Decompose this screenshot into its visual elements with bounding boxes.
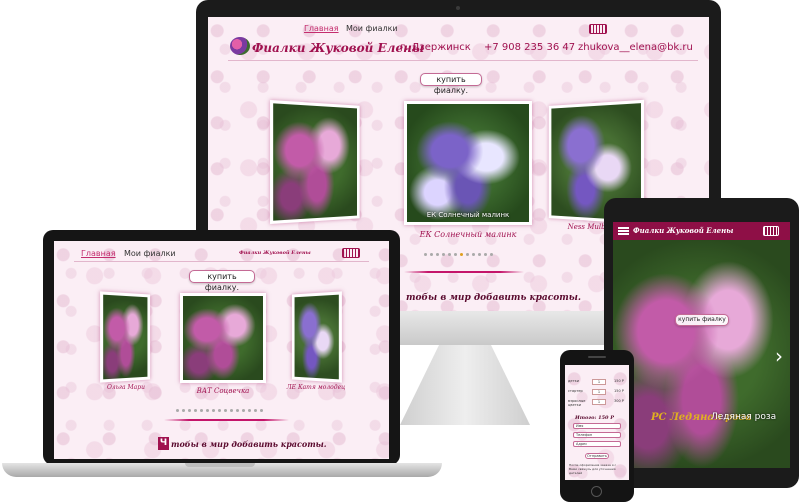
order-row: детки 1 150 Р: [568, 379, 626, 385]
row-price: 150 Р: [614, 379, 624, 383]
dot[interactable]: [229, 409, 233, 412]
row-label: детки: [568, 379, 580, 383]
brand-title[interactable]: Фиалки Жуковой Елены: [239, 250, 311, 256]
dot[interactable]: [217, 409, 221, 412]
laptop: Главная Мои фиалки Фиалки Жуковой Елены …: [43, 230, 400, 465]
order-row: взрослые цветки 1 300 Р: [568, 399, 626, 409]
dot-active[interactable]: [459, 253, 463, 256]
row-price: 300 Р: [614, 399, 624, 403]
slide-center[interactable]: [180, 293, 266, 383]
dot[interactable]: [199, 409, 203, 412]
slide-left[interactable]: [100, 291, 151, 383]
dot[interactable]: [193, 409, 197, 412]
buy-violet-button[interactable]: купить фиалку: [675, 314, 729, 326]
ornament-divider: [164, 419, 289, 421]
name-field[interactable]: Имя: [573, 423, 621, 429]
slide-right-caption: ЛЕ Катя молодец: [286, 384, 346, 391]
nav-my-violets[interactable]: Мои фиалки: [346, 24, 398, 33]
order-note: После оформления заказа я с Вами свяжусь…: [569, 463, 617, 475]
row-label: взрослые цветки: [568, 399, 586, 407]
qty-stepper[interactable]: 1: [592, 399, 606, 405]
dot[interactable]: [465, 253, 469, 256]
nav-home[interactable]: Главная: [304, 24, 339, 33]
row-price: 150 Р: [614, 389, 624, 393]
next-arrow-icon[interactable]: ›: [775, 344, 783, 368]
phone[interactable]: +7 908 235 36 47: [484, 42, 575, 53]
dot[interactable]: [477, 253, 481, 256]
ornament-divider: [404, 271, 524, 273]
slide-center-caption: ВАТ Соцвечка: [196, 387, 250, 395]
home-button[interactable]: [591, 486, 602, 497]
slide-center[interactable]: [404, 101, 532, 225]
tablet-slide[interactable]: [613, 240, 790, 468]
dot[interactable]: [441, 253, 445, 256]
dot[interactable]: [187, 409, 191, 412]
tablet-slide-overlay: Ледяная роза: [711, 412, 777, 422]
email[interactable]: zhukova__elena@bk.ru: [578, 42, 693, 53]
dot[interactable]: [223, 409, 227, 412]
laptop-notch: [185, 463, 255, 467]
dot[interactable]: [489, 253, 493, 256]
laptop-tagline: тобы в мир добавить красоты.: [171, 439, 327, 449]
nav-my-violets[interactable]: Мои фиалки: [124, 249, 176, 258]
phone: детки 1 150 Р стартер 1 150 Р взрослые ц…: [560, 350, 634, 502]
tablet-header: Фиалки Жуковой Елены: [613, 222, 790, 240]
qty-stepper[interactable]: 1: [592, 389, 606, 395]
buy-violet-button[interactable]: купить фиалку.: [189, 270, 255, 292]
dot[interactable]: [235, 409, 239, 412]
phone-speaker: [588, 356, 606, 358]
row-label: стартер: [568, 389, 583, 393]
logo-flower-icon: [230, 37, 250, 55]
slide-center-overlay: ЕК Солнечный малинк: [426, 211, 510, 219]
header-divider: [74, 261, 369, 262]
buy-violet-button[interactable]: купить фиалку.: [420, 73, 482, 95]
desktop-tagline: тобы в мир добавить красоты.: [406, 293, 582, 303]
slide-center-caption: ЕК Солнечный малинк: [419, 230, 517, 239]
qty-stepper[interactable]: 1: [592, 379, 606, 385]
address-field[interactable]: Адрес: [573, 441, 621, 447]
laptop-screen: Главная Мои фиалки Фиалки Жуковой Елены …: [54, 241, 389, 459]
monitor-stand: [400, 345, 530, 425]
slider-dots[interactable]: [422, 241, 494, 260]
slider-dots[interactable]: [174, 397, 264, 416]
dot[interactable]: [453, 253, 457, 256]
dot[interactable]: [471, 253, 475, 256]
nav-home[interactable]: Главная: [81, 249, 116, 258]
dot[interactable]: [205, 409, 209, 412]
camera-dot: [456, 6, 460, 10]
dot[interactable]: [429, 253, 433, 256]
slide-left[interactable]: [270, 99, 360, 225]
brand-title[interactable]: Фиалки Жуковой Елены: [633, 226, 733, 235]
dot[interactable]: [241, 409, 245, 412]
tablet-screen: Фиалки Жуковой Елены купить фиалку ‹ › Р…: [613, 222, 790, 468]
slide-right[interactable]: [291, 291, 342, 383]
basket-icon[interactable]: [589, 24, 607, 34]
tagline-initial: Ч: [158, 437, 169, 450]
dot[interactable]: [259, 409, 263, 412]
dot[interactable]: [447, 253, 451, 256]
dot[interactable]: [247, 409, 251, 412]
brand-title[interactable]: Фиалки Жуковой Елены: [252, 41, 424, 55]
basket-icon[interactable]: [342, 248, 360, 258]
order-row: стартер 1 150 Р: [568, 389, 626, 395]
order-total: Итого: 150 Р: [575, 415, 615, 421]
basket-icon[interactable]: [763, 226, 779, 236]
dot[interactable]: [483, 253, 487, 256]
dot[interactable]: [175, 409, 179, 412]
city: г. Дзержинск: [400, 42, 471, 53]
phone-field[interactable]: Телефон: [573, 432, 621, 438]
slide-left-caption: Ольга Мари: [107, 384, 145, 391]
menu-icon[interactable]: [618, 227, 629, 235]
header-divider: [228, 60, 698, 61]
dot[interactable]: [181, 409, 185, 412]
dot[interactable]: [253, 409, 257, 412]
dot[interactable]: [211, 409, 215, 412]
phone-screen: детки 1 150 Р стартер 1 150 Р взрослые ц…: [565, 365, 629, 480]
dot[interactable]: [423, 253, 427, 256]
dot[interactable]: [435, 253, 439, 256]
submit-button[interactable]: Отправить: [585, 453, 609, 459]
